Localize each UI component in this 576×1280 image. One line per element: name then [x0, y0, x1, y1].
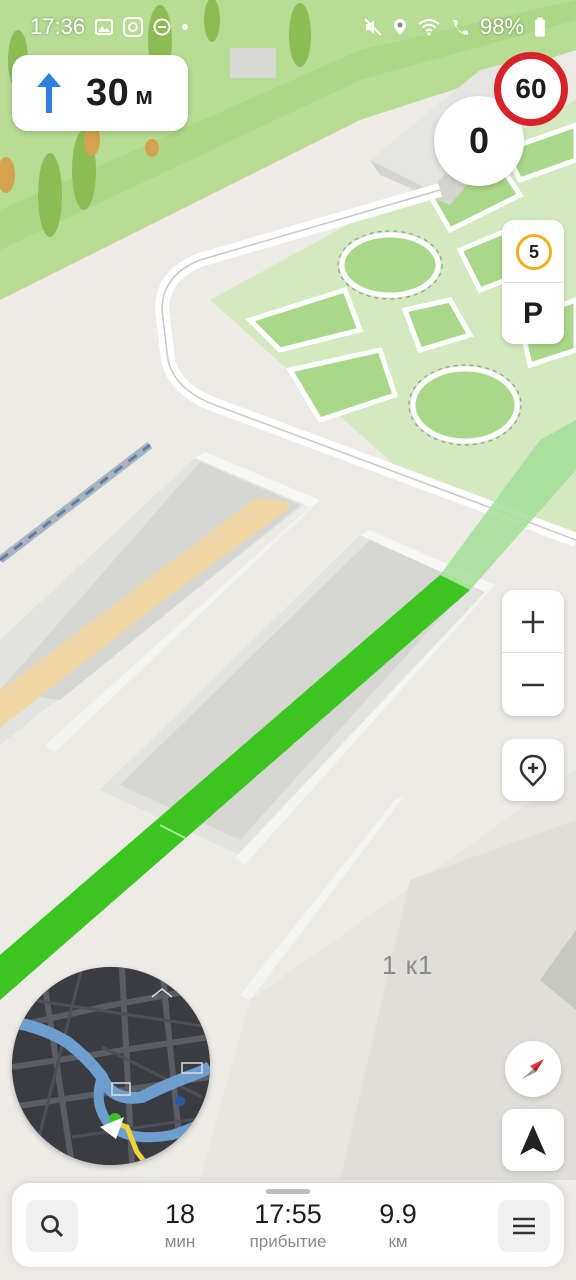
distance-value: 9.9 [379, 1199, 417, 1229]
navigation-arrow-icon [520, 1125, 546, 1155]
duration-value: 18 [164, 1199, 196, 1229]
dnd-icon [153, 18, 171, 36]
wifi-calling-icon [450, 18, 470, 36]
layers-panel: 5 P [502, 220, 564, 344]
zoom-out-button[interactable] [502, 653, 564, 716]
gallery-icon [95, 18, 114, 36]
status-right: 98% [364, 14, 546, 40]
minimap-map [12, 967, 210, 1165]
straight-arrow-icon [37, 73, 61, 113]
location-icon [392, 18, 408, 36]
news-app-icon [123, 17, 144, 37]
parking-button[interactable]: P [502, 283, 564, 344]
duration-label: мин [164, 1232, 196, 1251]
maneuver-card[interactable]: 30 м [12, 55, 188, 131]
minus-icon [522, 683, 544, 686]
maneuver-distance: 30 [86, 71, 130, 114]
notification-dot-icon [181, 23, 189, 31]
maneuver-unit: м [135, 83, 154, 110]
search-icon [41, 1215, 64, 1238]
speed-limit-sign: 60 [494, 52, 568, 126]
overview-minimap[interactable] [12, 967, 210, 1165]
mute-icon [364, 18, 382, 36]
building-number-label: 1 к1 [382, 950, 434, 980]
status-left: 17:36 [30, 14, 189, 40]
zoom-controls [502, 590, 564, 716]
arrival-label: прибытие [249, 1232, 327, 1251]
arrival-stat: 17:55 прибытие [234, 1199, 342, 1253]
compass-button[interactable] [505, 1041, 561, 1097]
search-button[interactable] [26, 1200, 78, 1252]
my-location-button[interactable] [502, 1109, 564, 1171]
route-summary-bar[interactable]: 18 мин 17:55 прибытие 9.9 км [12, 1183, 564, 1267]
clock: 17:36 [30, 14, 86, 39]
battery-icon [534, 17, 546, 37]
wifi-icon [418, 18, 440, 36]
distance-stat: 9.9 км [366, 1199, 430, 1253]
add-road-event-button[interactable] [502, 739, 564, 801]
menu-button[interactable] [498, 1200, 550, 1252]
compass-icon [522, 1059, 544, 1079]
menu-icon [513, 1217, 535, 1235]
traffic-button[interactable]: 5 [516, 234, 552, 270]
plus-icon [522, 610, 544, 633]
duration-stat: 18 мин [148, 1199, 212, 1253]
distance-label: км [388, 1232, 408, 1251]
sheet-handle[interactable] [266, 1189, 310, 1194]
status-bar: 17:36 98% [0, 0, 576, 54]
add-pin-icon [519, 754, 547, 787]
zoom-in-button[interactable] [502, 590, 564, 653]
battery-percent: 98% [479, 14, 524, 39]
arrival-value: 17:55 [254, 1199, 322, 1229]
